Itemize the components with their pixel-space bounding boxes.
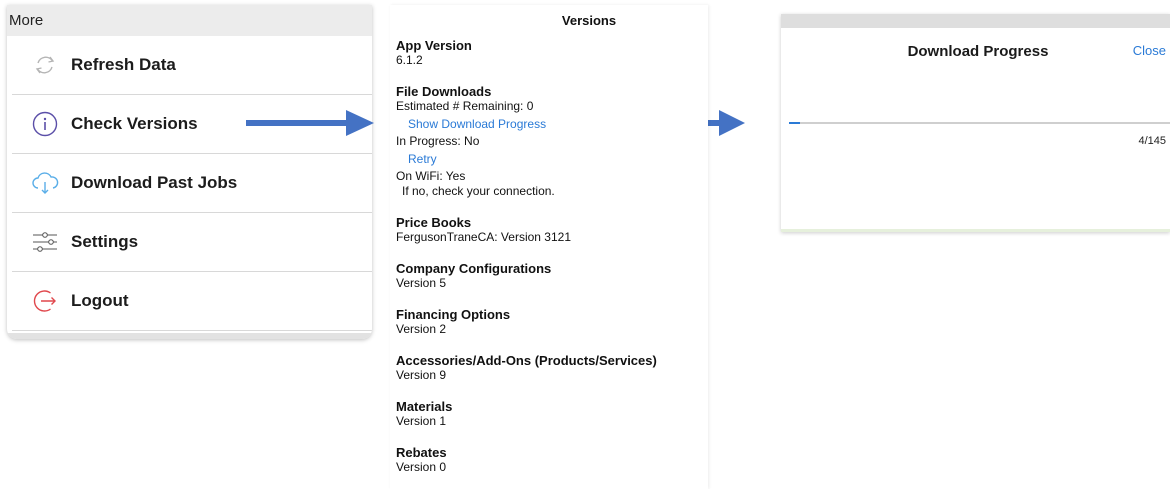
file-downloads-section: File Downloads Estimated # Remaining: 0 … [396,84,708,199]
company-configurations-section: Company Configurations Version 5 [396,261,708,291]
financing-options-section: Financing Options Version 2 [396,307,708,337]
more-menu-panel: More Refresh Data Check Versions Downloa… [7,5,372,339]
app-version-section: App Version 6.1.2 [396,38,708,68]
download-progress-dialog: Download Progress Close 4/145 [781,14,1170,232]
menu-item-label: Check Versions [71,114,198,133]
rebates-section: Rebates Version 0 [396,445,708,475]
dialog-top-bar [781,14,1170,28]
section-heading: Company Configurations [396,261,552,276]
section-heading: File Downloads [396,84,492,99]
app-version-value: 6.1.2 [396,53,423,67]
arrow-right-icon [246,110,374,136]
section-heading: App Version [396,38,472,53]
versions-panel: Versions App Version 6.1.2 File Download… [390,5,708,489]
section-heading: Materials [396,399,453,414]
menu-item-settings[interactable]: Settings [12,213,372,272]
price-books-section: Price Books FergusonTraneCA: Version 312… [396,215,708,245]
menu-item-download-past-jobs[interactable]: Download Past Jobs [12,154,372,213]
financing-options-value: Version 2 [396,322,447,336]
dialog-bottom-edge [781,229,1170,232]
section-heading: Price Books [396,215,472,230]
dialog-title: Download Progress [907,43,1049,60]
section-heading: Rebates [396,445,447,460]
section-heading: Financing Options [396,307,511,322]
progress-bar-fill [789,122,801,124]
sliders-icon [30,227,60,257]
menu-item-label: Download Past Jobs [71,173,238,192]
retry-link[interactable]: Retry [408,149,708,169]
cloud-download-icon [30,168,60,198]
info-icon [30,109,60,139]
menu-item-logout[interactable]: Logout [12,272,372,331]
accessories-section: Accessories/Add-Ons (Products/Services) … [396,353,708,383]
menu-header: More [7,5,372,36]
menu-item-refresh-data[interactable]: Refresh Data [12,36,372,95]
accessories-value: Version 9 [396,368,447,382]
show-download-progress-link[interactable]: Show Download Progress [408,114,708,134]
price-books-value: FergusonTraneCA: Version 3121 [396,230,571,244]
progress-count: 4/145 [1138,135,1166,147]
menu-item-label: Logout [71,291,129,310]
progress-bar [789,122,1170,124]
on-wifi-text: On WiFi: Yes [396,169,466,183]
menu-item-label: Refresh Data [71,55,176,74]
remaining-text: Estimated # Remaining: 0 [396,99,534,113]
materials-value: Version 1 [396,414,447,428]
close-button[interactable]: Close [1133,43,1166,58]
rebates-value: Version 0 [396,460,447,474]
logout-icon [30,286,60,316]
menu-bottom-bar [7,333,372,339]
page-title: Versions [561,13,617,28]
wifi-hint-text: If no, check your connection. [402,184,555,198]
company-configurations-value: Version 5 [396,276,447,290]
refresh-icon [30,50,60,80]
menu-item-label: Settings [71,232,139,251]
in-progress-text: In Progress: No [396,134,480,148]
section-heading: Accessories/Add-Ons (Products/Services) [396,353,657,368]
materials-section: Materials Version 1 [396,399,708,429]
